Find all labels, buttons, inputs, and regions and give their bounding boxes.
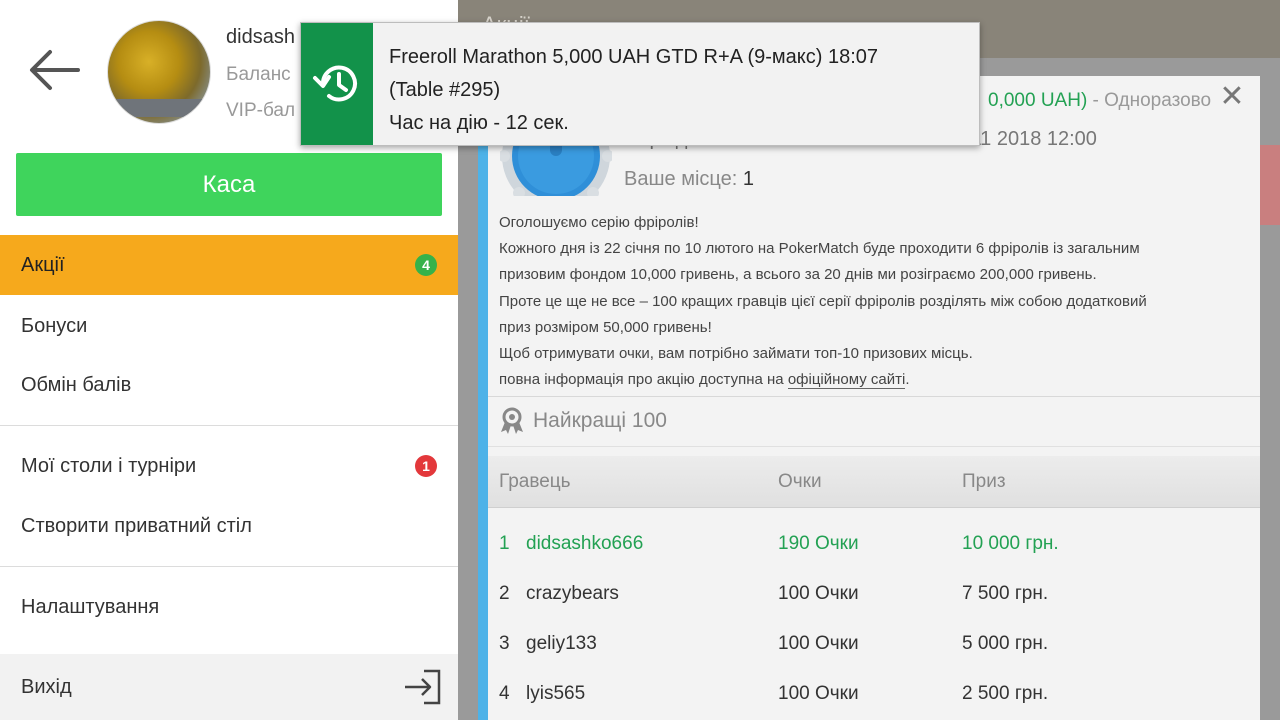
menu-item-logout[interactable]: Вихід xyxy=(0,654,458,720)
toast-tournament: Freeroll Marathon 5,000 UAH GTD R+A (9-м… xyxy=(389,46,879,68)
history-clock-icon xyxy=(313,65,357,102)
menu-item-label: Мої столи і турніри xyxy=(21,454,197,477)
leaderboard-row: 1 didsashko666 190 Очки 10 000 грн. xyxy=(488,519,1260,569)
toast-icon-box xyxy=(301,23,373,145)
toast-message: Freeroll Marathon 5,000 UAH GTD R+A (9-м… xyxy=(373,23,878,145)
your-place-label: Ваше місце: xyxy=(624,168,743,190)
description-line: повна інформація про акцію доступна на о… xyxy=(499,367,1259,393)
leaderboard-title-text: Найкращі 100 xyxy=(533,409,667,432)
menu-item-bonuses[interactable]: Бонуси xyxy=(0,296,458,356)
row-points: 190 Очки xyxy=(778,533,859,554)
leaderboard-row: 4 lyis565 100 Очки 2 500 грн. xyxy=(488,669,1260,719)
description-line: Кожного дня із 22 січня по 10 лютого на … xyxy=(499,240,1140,258)
row-rank: 3 xyxy=(499,633,510,654)
toast-timer: Час на дію - 12 сек. xyxy=(389,112,569,134)
menu-item-create-private-table[interactable]: Створити приватний стіл xyxy=(0,496,458,556)
row-rank: 2 xyxy=(499,583,510,604)
official-site-link[interactable]: офіційному сайті xyxy=(787,371,906,390)
close-button[interactable]: ✕ xyxy=(1216,82,1248,114)
column-points: Очки xyxy=(778,471,822,492)
description-text: повна інформація про акцію доступна на xyxy=(499,371,788,389)
description-line: Щоб отримувати очки, вам потрібно займат… xyxy=(499,345,973,363)
menu-item-promotions[interactable]: Акції 4 xyxy=(0,235,458,295)
logout-icon xyxy=(405,669,441,705)
row-points: 100 Очки xyxy=(778,633,859,654)
description-text-end: . xyxy=(905,371,910,389)
leaderboard-title: Найкращі 100 xyxy=(499,407,667,435)
row-prize: 10 000 грн. xyxy=(962,533,1059,554)
promo-panel: 0,000 UAH) - Одноразово ✕ Період: січень… xyxy=(478,76,1260,720)
menu-item-label: Налаштування xyxy=(21,595,160,618)
close-icon: ✕ xyxy=(1219,80,1245,113)
avatar[interactable] xyxy=(107,20,211,124)
description-line: призовим фондом 10,000 гривень, а всього… xyxy=(499,266,1097,284)
arrow-left-icon xyxy=(30,50,80,90)
user-vip-points: VIP-бал xyxy=(226,100,296,121)
your-place: Ваше місце: 1 xyxy=(624,168,754,191)
menu-item-label: Бонуси xyxy=(21,314,88,337)
menu-item-label: Створити приватний стіл xyxy=(21,514,252,537)
user-name: didsash xyxy=(226,26,295,48)
back-button[interactable] xyxy=(26,48,82,92)
user-balance: Баланс xyxy=(226,64,291,85)
row-points: 100 Очки xyxy=(778,583,859,604)
leaderboard-row: 3 geliy133 100 Очки 5 000 грн. xyxy=(488,619,1260,669)
row-player: lyis565 xyxy=(526,683,586,704)
promo-description: Оголошуємо серію фріролів! Кожного дня і… xyxy=(499,210,1259,393)
leaderboard-row: 2 crazybears 100 Очки 7 500 грн. xyxy=(488,569,1260,619)
menu-item-label: Обмін балів xyxy=(21,373,132,396)
description-line: Оголошуємо серію фріролів! xyxy=(499,214,699,231)
divider xyxy=(488,396,1260,397)
cashier-button[interactable]: Каса xyxy=(16,153,442,216)
promotions-count-badge: 4 xyxy=(415,254,437,276)
promo-title-prize: 0,000 UAH) xyxy=(988,90,1088,111)
row-player: didsashko666 xyxy=(526,533,644,554)
description-line: Проте це ще не все – 100 кращих гравців … xyxy=(499,292,1147,310)
row-prize: 5 000 грн. xyxy=(962,633,1049,654)
menu-item-points-exchange[interactable]: Обмін балів xyxy=(0,355,458,415)
description-line: приз розміром 50,000 гривень! xyxy=(499,318,712,336)
award-icon xyxy=(501,407,523,434)
promo-title: 0,000 UAH) - Одноразово xyxy=(988,90,1211,112)
row-player: crazybears xyxy=(526,583,619,604)
row-prize: 2 500 грн. xyxy=(962,683,1049,704)
tables-count-badge: 1 xyxy=(415,455,437,477)
menu-item-label: Акції xyxy=(21,253,65,276)
row-player: geliy133 xyxy=(526,633,597,654)
row-rank: 1 xyxy=(499,533,510,554)
promo-title-type: - Одноразово xyxy=(1087,90,1212,111)
row-prize: 7 500 грн. xyxy=(962,583,1049,604)
row-points: 100 Очки xyxy=(778,683,859,704)
divider xyxy=(0,566,458,567)
column-player: Гравець xyxy=(499,471,571,492)
divider xyxy=(0,425,458,426)
avatar-photo-detail xyxy=(108,99,210,117)
toast-table: (Table #295) xyxy=(389,79,501,101)
row-rank: 4 xyxy=(499,683,510,704)
divider xyxy=(488,446,1260,447)
leaderboard-header: Гравець Очки Приз xyxy=(488,456,1260,508)
menu-item-label: Вихід xyxy=(21,675,72,698)
table-turn-notification[interactable]: Freeroll Marathon 5,000 UAH GTD R+A (9-м… xyxy=(300,22,980,146)
menu-item-my-tables[interactable]: Мої столи і турніри 1 xyxy=(0,436,458,496)
column-prize: Приз xyxy=(962,471,1006,492)
menu-item-settings[interactable]: Налаштування xyxy=(0,577,458,637)
your-place-value: 1 xyxy=(742,168,754,190)
